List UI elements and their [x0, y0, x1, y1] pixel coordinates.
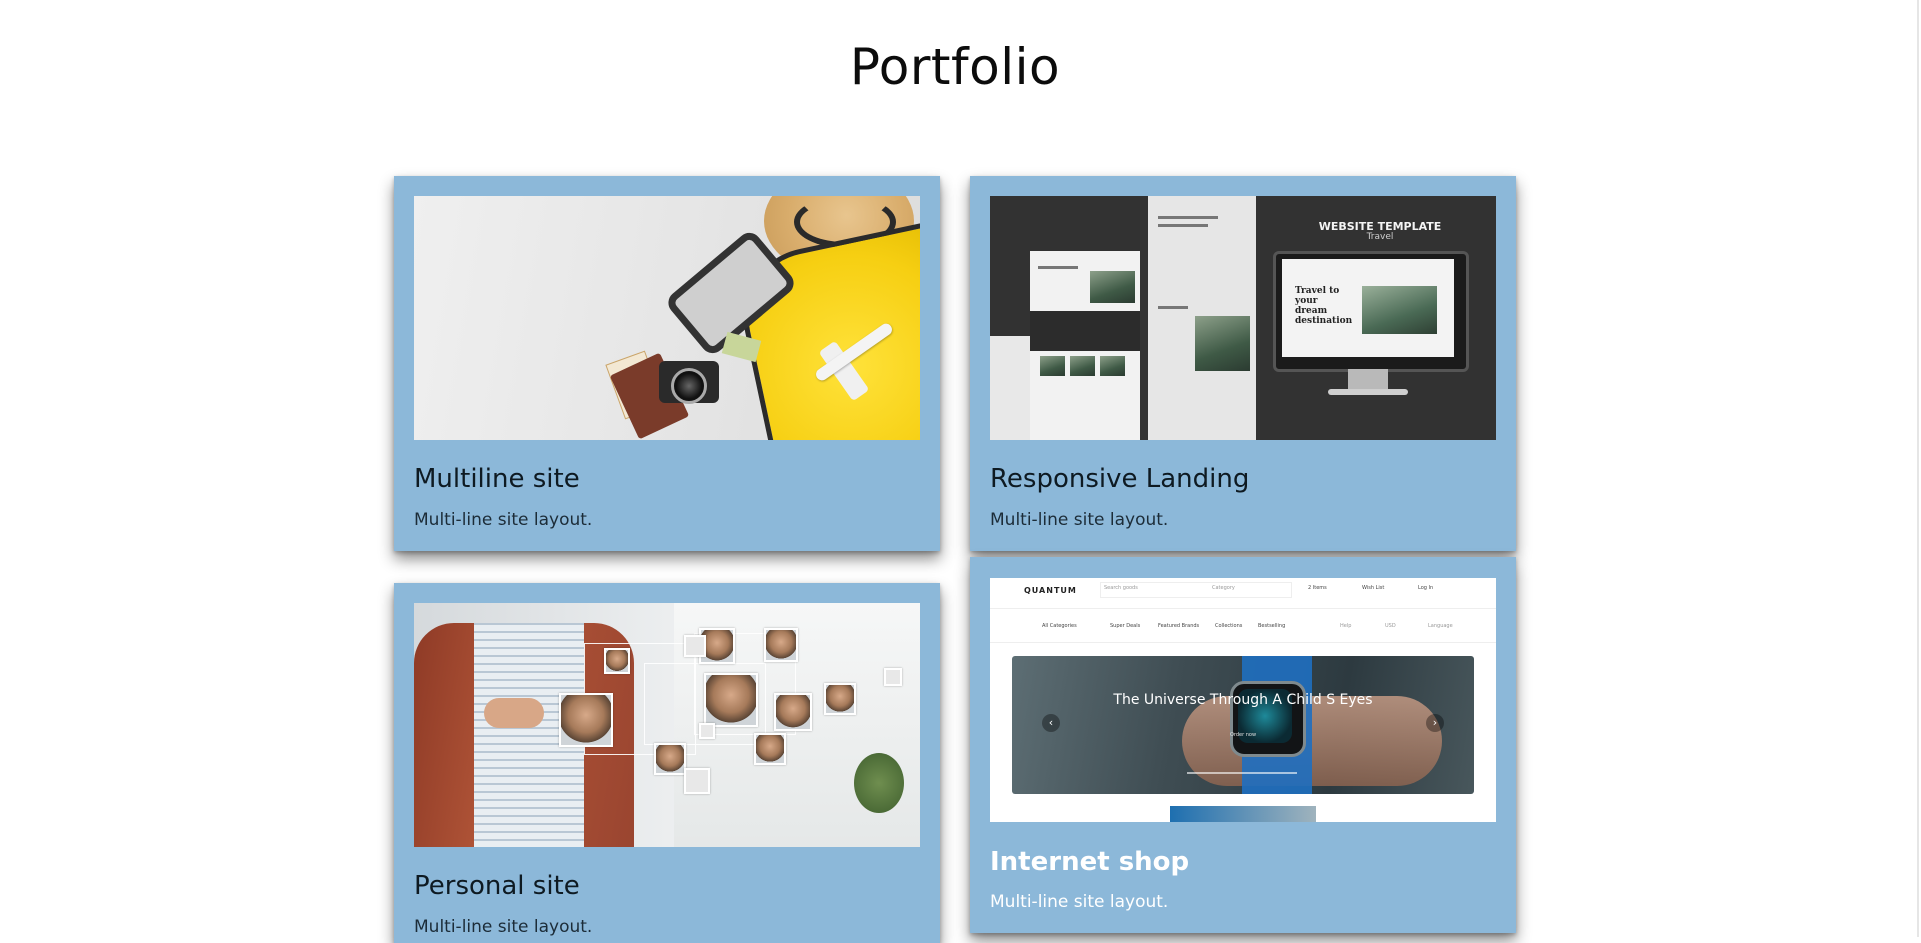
card-title[interactable]: Internet shop [990, 847, 1189, 877]
chevron-right-icon: › [1426, 714, 1444, 732]
shop-wishlist: Wish List [1362, 585, 1385, 591]
travel-suitcase-image [414, 196, 920, 440]
monitor-headline: Travel to your dream destination [1295, 286, 1353, 326]
online-shop-image: QUANTUM Search goods Category 2 Items Wi… [990, 578, 1496, 822]
shop-nav-item: Bestselling [1258, 623, 1286, 629]
shop-currency: USD [1385, 623, 1396, 629]
card-description: Multi-line site layout. [990, 892, 1169, 912]
shop-login: Log In [1418, 585, 1434, 591]
card-title[interactable]: Multiline site [414, 464, 580, 494]
shop-brand: QUANTUM [1024, 586, 1077, 595]
shop-nav-item: Super Deals [1110, 623, 1141, 629]
card-title[interactable]: Responsive Landing [990, 464, 1249, 494]
portfolio-card-personal-site[interactable]: Personal site Multi-line site layout. [394, 583, 940, 943]
business-network-image [414, 603, 920, 847]
card-description: Multi-line site layout. [414, 917, 593, 937]
shop-language: Language [1428, 623, 1453, 629]
page-title: Portfolio [849, 38, 1061, 96]
card-title[interactable]: Personal site [414, 871, 580, 901]
card-description: Multi-line site layout. [990, 510, 1169, 530]
shop-nav-item: Collections [1215, 623, 1243, 629]
scrollbar-edge [1917, 0, 1919, 937]
shop-nav-item: Featured Brands [1158, 623, 1200, 629]
template-subheading: Travel [1366, 232, 1394, 242]
portfolio-card-multiline[interactable]: Multiline site Multi-line site layout. [394, 176, 940, 551]
shop-all-categories: All Categories [1042, 623, 1077, 629]
shop-help: Help [1340, 623, 1352, 629]
shop-hero-button: Order now [1229, 732, 1257, 738]
shop-search-placeholder: Search goods [1104, 585, 1138, 591]
chevron-left-icon: ‹ [1042, 714, 1060, 732]
portfolio-card-internet-shop[interactable]: QUANTUM Search goods Category 2 Items Wi… [970, 557, 1516, 933]
shop-hero-text: The Universe Through A Child S Eyes [1113, 692, 1373, 708]
shop-cart: 2 Items [1308, 585, 1327, 591]
shop-category: Category [1212, 585, 1235, 591]
card-description: Multi-line site layout. [414, 510, 593, 530]
portfolio-card-responsive-landing[interactable]: WEBSITE TEMPLATE Travel Travel to your d… [970, 176, 1516, 551]
website-template-image: WEBSITE TEMPLATE Travel Travel to your d… [990, 196, 1496, 440]
